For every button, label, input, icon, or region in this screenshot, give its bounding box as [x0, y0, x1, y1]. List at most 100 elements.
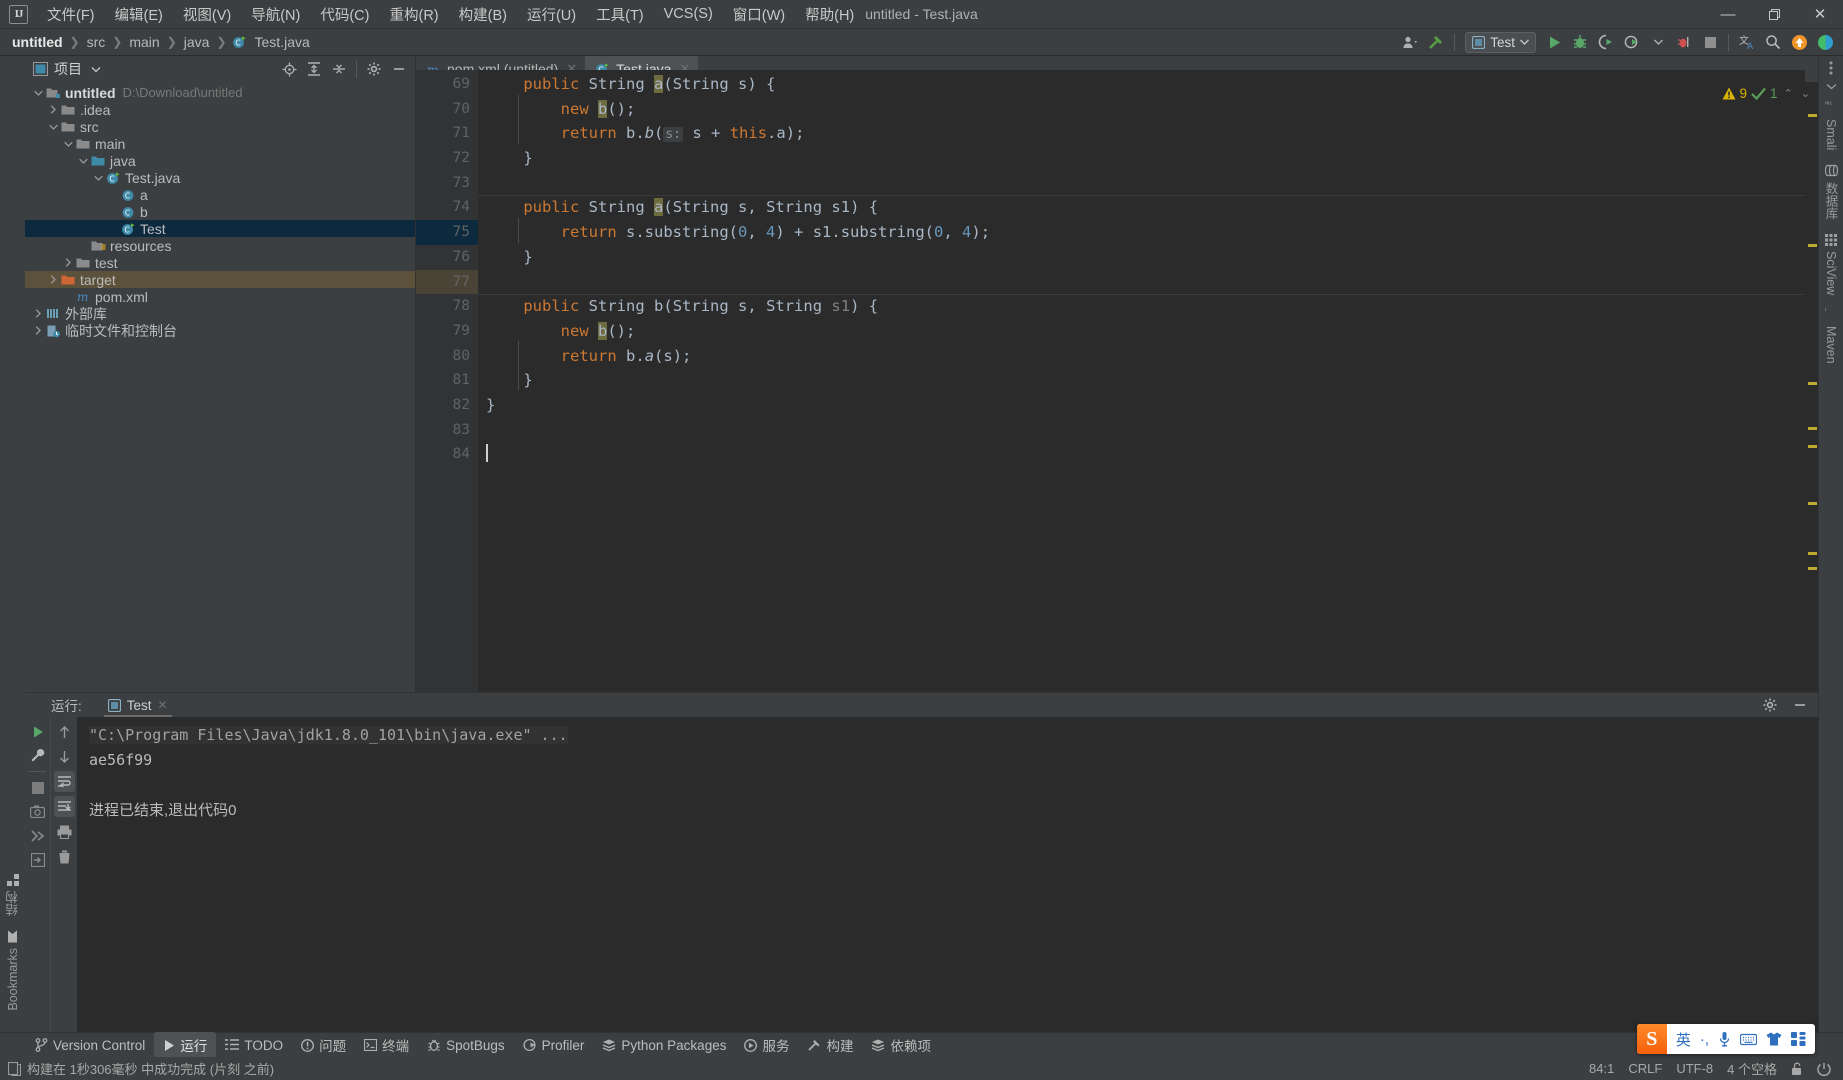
stripe-marker[interactable]: [1808, 382, 1817, 385]
bottom-profiler[interactable]: Profiler: [514, 1035, 594, 1056]
bottom-dependencies[interactable]: 依赖项: [862, 1032, 940, 1058]
chevron-down-icon[interactable]: [61, 141, 75, 147]
export-icon[interactable]: [27, 849, 48, 870]
chevron-right-icon[interactable]: [46, 275, 60, 284]
menu-file[interactable]: 文件(F): [37, 0, 105, 29]
line-number-70[interactable]: 70: [416, 97, 478, 122]
tree-node-main[interactable]: main: [25, 135, 415, 152]
tree-node-resources[interactable]: resources: [25, 237, 415, 254]
expand-all-icon[interactable]: [302, 58, 326, 80]
code-line-69[interactable]: public String a(String s) {: [478, 72, 1805, 97]
chevron-down-icon[interactable]: [1646, 31, 1670, 53]
menu-view[interactable]: 视图(V): [173, 0, 241, 29]
tree-node-src[interactable]: src: [25, 118, 415, 135]
bottom-version-control[interactable]: Version Control: [26, 1035, 154, 1056]
bottom-todo[interactable]: TODO: [216, 1035, 292, 1056]
file-encoding[interactable]: UTF-8: [1676, 1061, 1713, 1076]
maximize-button[interactable]: [1751, 0, 1797, 29]
code-line-71[interactable]: return b.b(s: s + this.a);: [478, 121, 1805, 146]
rail-database[interactable]: 数据库: [1822, 157, 1841, 227]
code-line-84[interactable]: [478, 442, 1805, 467]
down-icon[interactable]: [54, 746, 75, 767]
rerun-icon[interactable]: [27, 721, 48, 742]
menu-code[interactable]: 代码(C): [310, 0, 379, 29]
line-number-76[interactable]: 76: [416, 245, 478, 270]
debug-button[interactable]: [1568, 31, 1592, 53]
up-icon[interactable]: [54, 721, 75, 742]
more-options-icon[interactable]: [1819, 59, 1843, 77]
ide-theme-icon[interactable]: [1813, 31, 1837, 53]
code-line-83[interactable]: [478, 418, 1805, 443]
bottom-run[interactable]: 运行: [154, 1032, 217, 1058]
breadcrumb-item-test-java[interactable]: Test.java: [251, 32, 314, 52]
hide-panel-icon[interactable]: [387, 58, 411, 80]
tree-node-pom-xml[interactable]: m pom.xml: [25, 288, 415, 305]
chevron-down-icon[interactable]: [46, 124, 60, 130]
code-line-70[interactable]: new b();: [478, 97, 1805, 122]
profiler-button[interactable]: [1620, 31, 1644, 53]
wrench-icon[interactable]: [27, 745, 48, 766]
rail-smali[interactable]: 1001 Smali: [1824, 95, 1838, 157]
menu-help[interactable]: 帮助(H): [795, 0, 864, 29]
minimize-button[interactable]: —: [1705, 0, 1751, 29]
settings-icon[interactable]: [362, 58, 386, 80]
chevron-right-icon[interactable]: [61, 258, 75, 267]
hammer-icon[interactable]: [1424, 31, 1448, 53]
stripe-marker[interactable]: [1808, 552, 1817, 555]
rail-sciview[interactable]: SciView: [1824, 227, 1838, 302]
user-icon[interactable]: [1398, 31, 1422, 53]
close-button[interactable]: ✕: [1797, 0, 1843, 29]
trash-icon[interactable]: [54, 846, 75, 867]
stripe-marker[interactable]: [1808, 244, 1817, 247]
line-number-74[interactable]: 74@: [416, 195, 494, 220]
stripe-marker[interactable]: [1808, 427, 1817, 430]
line-number-82[interactable]: 82: [416, 393, 478, 418]
code-line-79[interactable]: new b();: [478, 319, 1805, 344]
caret-position[interactable]: 84:1: [1589, 1061, 1614, 1076]
code-line-77[interactable]: [478, 270, 1805, 295]
bottom-spotbugs[interactable]: SpotBugs: [418, 1035, 514, 1056]
project-tree[interactable]: untitled D:\Download\untitled .idea src main…: [25, 82, 415, 692]
line-number-75[interactable]: 75: [416, 220, 478, 245]
stripe-marker[interactable]: [1808, 114, 1817, 117]
locate-icon[interactable]: [277, 58, 301, 80]
line-separator[interactable]: CRLF: [1628, 1061, 1662, 1076]
menu-refactor[interactable]: 重构(R): [379, 0, 448, 29]
line-number-79[interactable]: 79: [416, 319, 478, 344]
search-everywhere-icon[interactable]: [1761, 31, 1785, 53]
chevron-right-icon[interactable]: [31, 309, 45, 318]
tree-node-test[interactable]: test: [25, 254, 415, 271]
code-line-82[interactable]: }: [478, 393, 1805, 418]
breadcrumb-item-java[interactable]: java: [180, 32, 214, 52]
line-number-69[interactable]: 69: [416, 72, 478, 97]
run-configuration-selector[interactable]: Test: [1465, 31, 1536, 53]
tree-node-target[interactable]: target: [25, 271, 415, 288]
menu-vcs[interactable]: VCS(S): [654, 2, 723, 26]
chevron-down-icon[interactable]: [91, 175, 105, 181]
code-line-78[interactable]: public String b(String s, String s1) {: [478, 294, 1805, 319]
tree-node--idea[interactable]: .idea: [25, 101, 415, 118]
code-line-80[interactable]: return b.a(s);: [478, 344, 1805, 369]
sogou-logo-icon[interactable]: S: [1636, 1024, 1667, 1054]
breadcrumb-item-src[interactable]: src: [83, 32, 110, 52]
menu-run[interactable]: 运行(U): [517, 0, 586, 29]
indent-setting[interactable]: 4 个空格: [1727, 1059, 1777, 1078]
soft-wrap-icon[interactable]: [53, 771, 75, 792]
unlocked-icon[interactable]: [1791, 1062, 1803, 1076]
run-button[interactable]: [1542, 31, 1566, 53]
breadcrumb-item-untitled[interactable]: untitled: [8, 32, 67, 52]
editor-gutter[interactable]: 697071727374@75767778798081828384: [416, 70, 494, 692]
ime-punctuation[interactable]: ·,: [1700, 1031, 1709, 1048]
menu-build[interactable]: 构建(B): [449, 0, 517, 29]
translate-icon[interactable]: 文A: [1735, 31, 1759, 53]
line-number-72[interactable]: 72: [416, 146, 478, 171]
console-output[interactable]: "C:\Program Files\Java\jdk1.8.0_101\bin\…: [77, 717, 1818, 1032]
power-save-icon[interactable]: [1817, 1062, 1831, 1076]
thread-dump-icon[interactable]: [27, 825, 48, 846]
print-icon[interactable]: [54, 821, 75, 842]
chevron-down-icon[interactable]: [31, 90, 45, 96]
line-number-78[interactable]: 78: [416, 294, 478, 319]
rail-structure[interactable]: 结构: [3, 866, 22, 923]
chevron-right-icon[interactable]: [46, 105, 60, 114]
line-number-84[interactable]: 84: [416, 442, 478, 467]
